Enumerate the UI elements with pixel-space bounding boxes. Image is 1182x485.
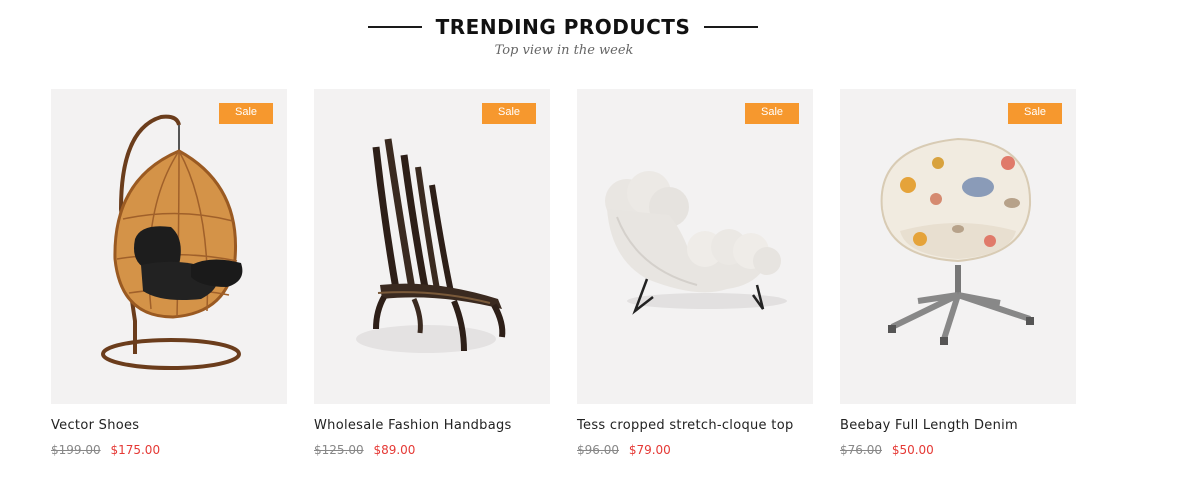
cloud-lounge-chair-image bbox=[605, 171, 787, 315]
price-row: $96.00 $79.00 bbox=[577, 443, 813, 457]
product-name[interactable]: Beebay Full Length Denim bbox=[840, 418, 1076, 433]
price-row: $125.00 $89.00 bbox=[314, 443, 550, 457]
old-price: $125.00 bbox=[314, 443, 364, 457]
old-price: $96.00 bbox=[577, 443, 619, 457]
product-name[interactable]: Tess cropped stretch-cloque top bbox=[577, 418, 813, 433]
title-line-left bbox=[367, 26, 422, 28]
section-subtitle: Top view in the week bbox=[494, 43, 634, 58]
new-price: $79.00 bbox=[628, 443, 671, 457]
sale-badge: Sale bbox=[219, 103, 273, 124]
title-row: TRENDING PRODUCTS bbox=[0, 14, 1126, 40]
price-row: $76.00 $50.00 bbox=[840, 443, 1076, 457]
new-price: $89.00 bbox=[373, 443, 416, 457]
swivel-tub-chair-image bbox=[880, 137, 1034, 345]
title-line-right bbox=[704, 26, 759, 28]
old-price: $76.00 bbox=[840, 443, 882, 457]
section-title: TRENDING PRODUCTS bbox=[435, 15, 691, 39]
sale-badge: Sale bbox=[1008, 103, 1062, 124]
new-price: $175.00 bbox=[110, 443, 161, 457]
sale-badge: Sale bbox=[482, 103, 536, 124]
product-name[interactable]: Vector Shoes bbox=[51, 418, 287, 433]
product-card[interactable]: Sale Vector Shoes $199.00 $175.00 bbox=[51, 89, 287, 457]
product-card[interactable]: Sale Beebay Full Length Denim $76.00 $50… bbox=[840, 89, 1076, 457]
product-image[interactable]: Sale bbox=[577, 89, 813, 404]
product-image[interactable]: Sale bbox=[314, 89, 550, 404]
product-card[interactable]: Sale Tess cropped stretch-cloque top $96… bbox=[577, 89, 813, 457]
product-card[interactable]: Sale Wholesale Fashion Handbags $125.00 … bbox=[314, 89, 550, 457]
product-name[interactable]: Wholesale Fashion Handbags bbox=[314, 418, 550, 433]
new-price: $50.00 bbox=[891, 443, 934, 457]
price-row: $199.00 $175.00 bbox=[51, 443, 287, 457]
bentwood-chair-image bbox=[356, 138, 506, 353]
sale-badge: Sale bbox=[745, 103, 799, 124]
old-price: $199.00 bbox=[51, 443, 101, 457]
product-image[interactable]: Sale bbox=[51, 89, 287, 404]
product-image[interactable]: Sale bbox=[840, 89, 1076, 404]
hanging-egg-chair-image bbox=[101, 114, 243, 370]
